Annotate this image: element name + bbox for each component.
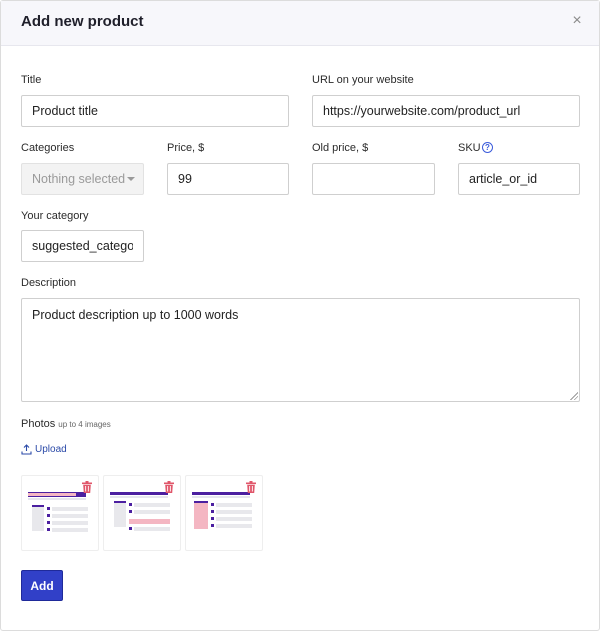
upload-icon [21, 444, 32, 455]
sku-input[interactable] [458, 163, 580, 195]
modal-title: Add new product [21, 13, 144, 30]
help-icon[interactable]: ? [482, 142, 493, 153]
photos-label-row: Photos up to 4 images [21, 418, 111, 430]
close-icon[interactable]: × [570, 11, 584, 31]
trash-icon[interactable] [82, 481, 92, 493]
categories-select[interactable]: Nothing selected [21, 163, 144, 195]
photo-thumbnail-1[interactable] [21, 475, 99, 551]
trash-icon[interactable] [246, 481, 256, 493]
price-input[interactable] [167, 163, 289, 195]
photos-label: Photos [21, 418, 56, 430]
photo-thumbnail-3[interactable] [185, 475, 263, 551]
url-input[interactable] [312, 95, 580, 127]
old-price-label: Old price, $ [312, 142, 369, 154]
modal-header: Add new product × [1, 1, 599, 46]
sku-label: SKU [458, 142, 481, 154]
your-category-input[interactable] [21, 230, 144, 262]
resize-handle[interactable] [570, 392, 578, 400]
url-label: URL on your website [312, 74, 414, 86]
categories-selected-value: Nothing selected [32, 172, 126, 186]
chevron-down-icon [127, 177, 135, 181]
title-input[interactable] [21, 95, 289, 127]
categories-label: Categories [21, 142, 75, 154]
photos-hint: up to 4 images [58, 420, 111, 429]
description-label: Description [21, 277, 77, 289]
description-textarea[interactable]: Product description up to 1000 words [21, 298, 580, 402]
price-label: Price, $ [167, 142, 205, 154]
add-product-modal: Add new product × Title URL on your webs… [0, 0, 600, 631]
old-price-input[interactable] [312, 163, 435, 195]
upload-label: Upload [35, 444, 67, 455]
title-label: Title [21, 74, 42, 86]
photo-thumbnail-2[interactable] [103, 475, 181, 551]
trash-icon[interactable] [164, 481, 174, 493]
upload-button[interactable]: Upload [21, 444, 67, 455]
your-category-label: Your category [21, 210, 89, 222]
add-button[interactable]: Add [21, 570, 63, 601]
